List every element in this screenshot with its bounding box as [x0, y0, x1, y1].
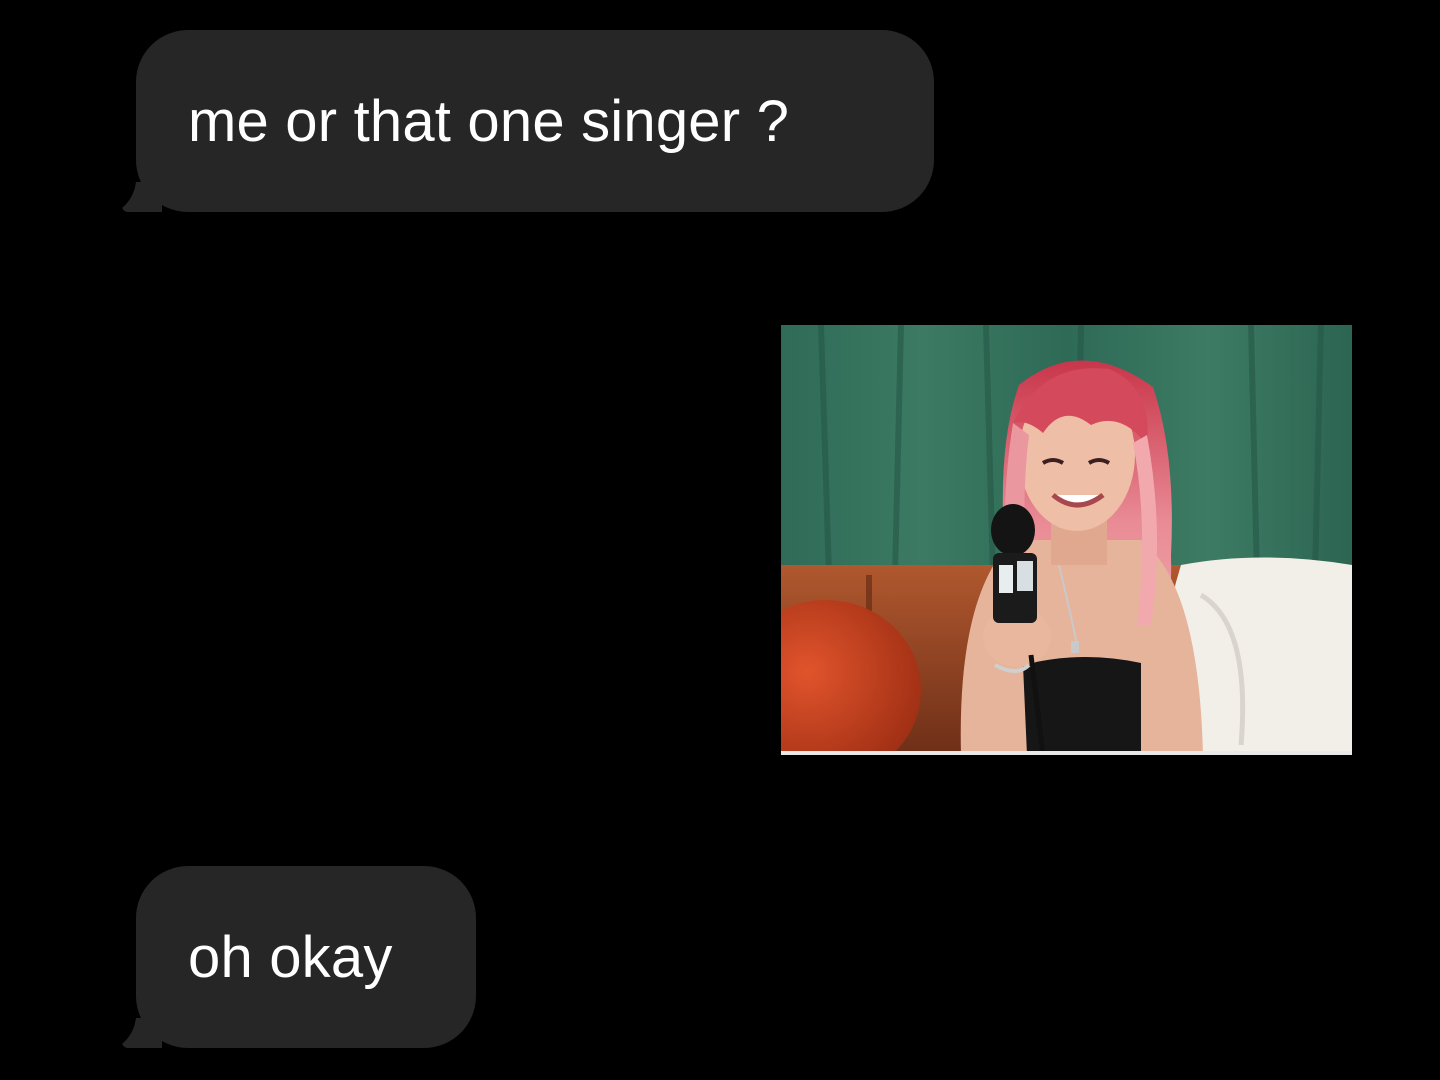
photo-icon: [781, 325, 1352, 755]
chat-screen: me or that one singer ? oh okay: [0, 0, 1440, 1080]
bubble-tail: [122, 1018, 162, 1048]
received-message-bubble[interactable]: oh okay: [136, 866, 476, 1048]
received-message-bubble[interactable]: me or that one singer ?: [136, 30, 934, 212]
sent-image-message[interactable]: [781, 325, 1352, 755]
bubble-tail: [122, 182, 162, 212]
message-text: me or that one singer ?: [188, 88, 790, 154]
message-text: oh okay: [188, 924, 393, 990]
